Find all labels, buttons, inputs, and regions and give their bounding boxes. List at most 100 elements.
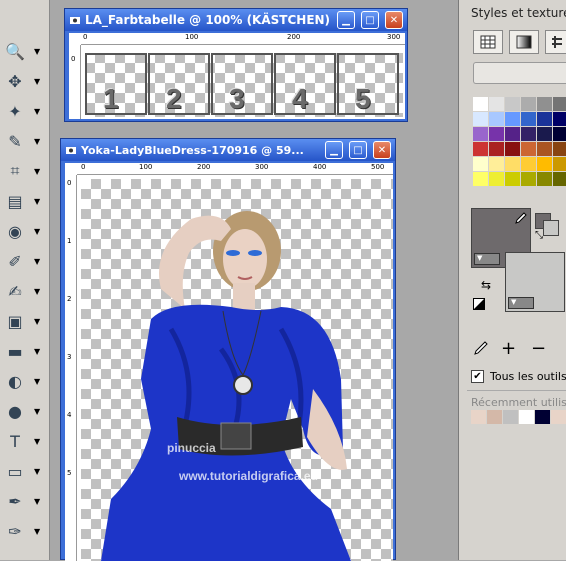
palette-dropdown[interactable] [473,62,566,84]
color-swatch[interactable] [537,112,552,126]
transparent-icon[interactable] [473,298,485,310]
color-swatch[interactable] [537,97,552,111]
dropper-tool[interactable]: ✎ ▼ [2,128,46,154]
chevron-down-icon[interactable]: ▼ [34,467,40,476]
clone-brush-tool[interactable]: ✐ ▼ [2,248,46,274]
color-swatch[interactable] [505,97,520,111]
add-icon[interactable]: + [501,338,516,359]
recent-color-swatch[interactable] [535,410,550,424]
window-farbtabelle[interactable]: LA_Farbtabelle @ 100% (KÄSTCHEN) ▁ □ ✕ 0… [64,8,408,122]
recent-color-swatch[interactable] [503,410,518,424]
color-swatch[interactable] [505,112,520,126]
recent-color-swatch[interactable] [519,410,534,424]
recent-color-swatch[interactable] [471,410,486,424]
image-canvas[interactable]: 1 2 3 4 5 [85,53,403,117]
paint-brush-tool[interactable]: ✍ ▼ [2,278,46,304]
chevron-down-icon[interactable]: ▼ [34,377,40,386]
eyedropper-icon[interactable] [471,340,489,358]
pen-tool[interactable]: ✒ ▼ [2,488,46,514]
chevron-down-icon[interactable]: ▼ [34,227,40,236]
crop-tool[interactable]: ⌗ ▼ [2,158,46,184]
color-swatch[interactable] [473,97,488,111]
color-swatch[interactable] [473,112,488,126]
color-swatch[interactable] [473,157,488,171]
chevron-down-icon[interactable]: ▼ [34,407,40,416]
color-swatch[interactable] [489,157,504,171]
red-eye-tool[interactable]: ◉ ▼ [2,218,46,244]
minimize-button[interactable]: ▁ [337,11,355,29]
foreground-style-button[interactable]: ▼ [474,253,500,265]
color-swatch[interactable] [553,157,566,171]
chevron-down-icon[interactable]: ▼ [34,317,40,326]
color-swatch[interactable] [505,157,520,171]
zoom-tool[interactable]: 🔍 ▼ [2,38,46,64]
color-swatch[interactable] [553,127,566,141]
color-swatch[interactable] [537,157,552,171]
tab-patterns[interactable] [545,30,566,54]
color-swatch[interactable] [505,172,520,186]
swap-colors-icon[interactable]: ⤡ [535,230,543,241]
maximize-button[interactable]: □ [349,141,367,159]
minimize-button[interactable]: ▁ [325,141,343,159]
color-swatch[interactable] [489,127,504,141]
checkmark-icon[interactable]: ✔ [471,370,484,383]
color-swatch[interactable] [489,142,504,156]
preset-shape-tool[interactable]: ▭ ▼ [2,458,46,484]
eraser-tool[interactable]: ▬ ▼ [2,338,46,364]
chevron-down-icon[interactable]: ▼ [34,437,40,446]
color-swatch[interactable] [489,112,504,126]
remove-icon[interactable]: − [531,338,546,359]
chevron-down-icon[interactable]: ▼ [34,347,40,356]
warp-brush-tool[interactable]: ✑ ▼ [2,518,46,544]
color-swatch[interactable] [473,142,488,156]
color-swatch[interactable] [505,142,520,156]
picture-tube-tool[interactable]: ▤ ▼ [2,188,46,214]
color-swatch[interactable] [489,172,504,186]
window-yoka[interactable]: Yoka-LadyBlueDress-170916 @ 59... ▁ □ ✕ … [60,138,396,561]
color-swatch[interactable] [537,127,552,141]
chevron-down-icon[interactable]: ▼ [34,197,40,206]
color-swatch[interactable] [521,97,536,111]
chevron-down-icon[interactable]: ▼ [34,497,40,506]
magic-wand-tool[interactable]: ✦ ▼ [2,98,46,124]
maximize-button[interactable]: □ [361,11,379,29]
chevron-down-icon[interactable]: ▼ [34,137,40,146]
background-style-button[interactable]: ▼ [508,297,534,309]
color-swatch[interactable] [489,97,504,111]
chevron-down-icon[interactable]: ▼ [34,257,40,266]
color-swatch[interactable] [521,157,536,171]
chevron-down-icon[interactable]: ▼ [34,287,40,296]
text-tool[interactable]: T ▼ [2,428,46,454]
color-swatch[interactable] [537,172,552,186]
chevron-down-icon[interactable]: ▼ [34,527,40,536]
chevron-down-icon[interactable]: ▼ [34,167,40,176]
pen-object-tool[interactable]: ● ▼ [2,398,46,424]
window-titlebar[interactable]: LA_Farbtabelle @ 100% (KÄSTCHEN) [65,9,407,31]
background-color-box[interactable]: ▼ [505,252,565,312]
color-swatch[interactable] [505,127,520,141]
recent-color-swatch[interactable] [551,410,566,424]
color-swatch[interactable] [537,142,552,156]
color-swatch[interactable] [553,97,566,111]
color-swatch[interactable] [553,112,566,126]
chevron-down-icon[interactable]: ▼ [34,77,40,86]
color-swatch[interactable] [521,112,536,126]
color-swatch[interactable] [521,172,536,186]
flood-fill-tool[interactable]: ◐ ▼ [2,368,46,394]
all-tools-checkbox-row[interactable]: ✔ Tous les outils [471,370,566,383]
color-swatch[interactable] [553,142,566,156]
color-swatch[interactable] [521,142,536,156]
window-titlebar[interactable]: Yoka-LadyBlueDress-170916 @ 59... [61,139,395,161]
swap-arrows-icon[interactable]: ⇆ [481,278,491,292]
tab-gradients[interactable] [509,30,539,54]
close-button[interactable]: ✕ [373,141,391,159]
color-swatch[interactable] [521,127,536,141]
image-tool[interactable]: ▣ ▼ [2,308,46,334]
chevron-down-icon[interactable]: ▼ [34,107,40,116]
image-canvas[interactable]: pinuccia www.tutorialdigrafica.eu [81,179,393,561]
color-swatch[interactable] [553,172,566,186]
close-button[interactable]: ✕ [385,11,403,29]
move-tool[interactable]: ✥ ▼ [2,68,46,94]
color-swatch[interactable] [473,172,488,186]
chevron-down-icon[interactable]: ▼ [34,47,40,56]
